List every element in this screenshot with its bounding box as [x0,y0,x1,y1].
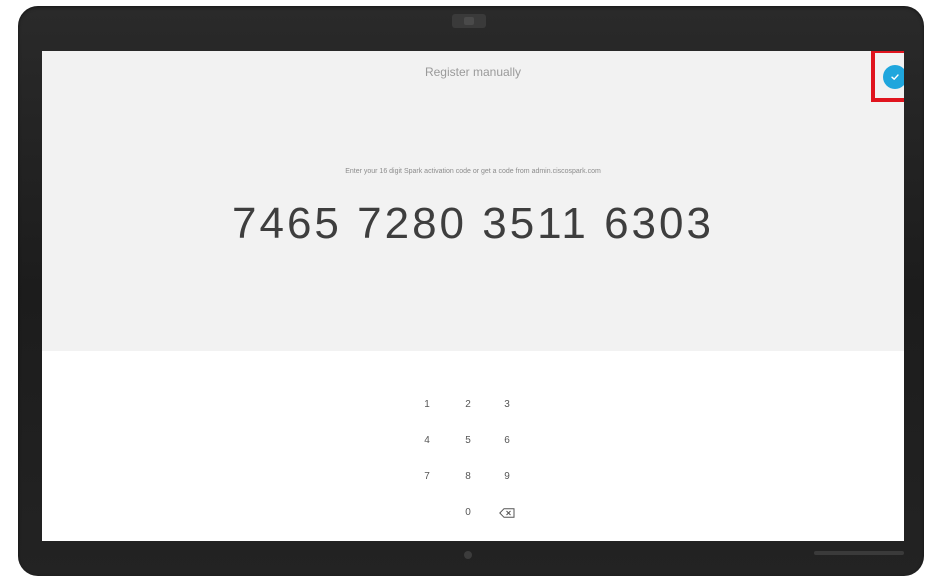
key-2[interactable]: 2 [453,393,483,417]
numeric-keypad: 1 2 3 4 5 6 7 8 9 0 [392,393,532,523]
instruction-text: Enter your 16 digit Spark activation cod… [345,168,601,175]
proximity-sensor-icon [464,551,472,559]
device-frame: Register manually Enter your 16 digit Sp… [18,6,924,576]
checkmark-icon [891,74,899,80]
key-1[interactable]: 1 [412,393,442,417]
touch-screen: Register manually Enter your 16 digit Sp… [42,51,904,541]
key-0[interactable]: 0 [453,501,483,525]
key-8[interactable]: 8 [453,465,483,489]
key-9[interactable]: 9 [492,465,522,489]
page-title: Register manually [424,65,522,79]
backspace-button[interactable] [492,501,522,525]
key-7[interactable]: 7 [412,465,442,489]
code-display-panel: Register manually Enter your 16 digit Sp… [42,51,904,351]
key-5[interactable]: 5 [453,429,483,453]
confirm-button[interactable] [883,65,904,89]
activation-code-display: 7465 7280 3511 6303 [232,199,714,248]
key-4[interactable]: 4 [412,429,442,453]
camera-icon [452,14,486,28]
speaker-grille [814,551,904,555]
key-6[interactable]: 6 [492,429,522,453]
key-3[interactable]: 3 [492,393,522,417]
backspace-icon [499,508,515,518]
